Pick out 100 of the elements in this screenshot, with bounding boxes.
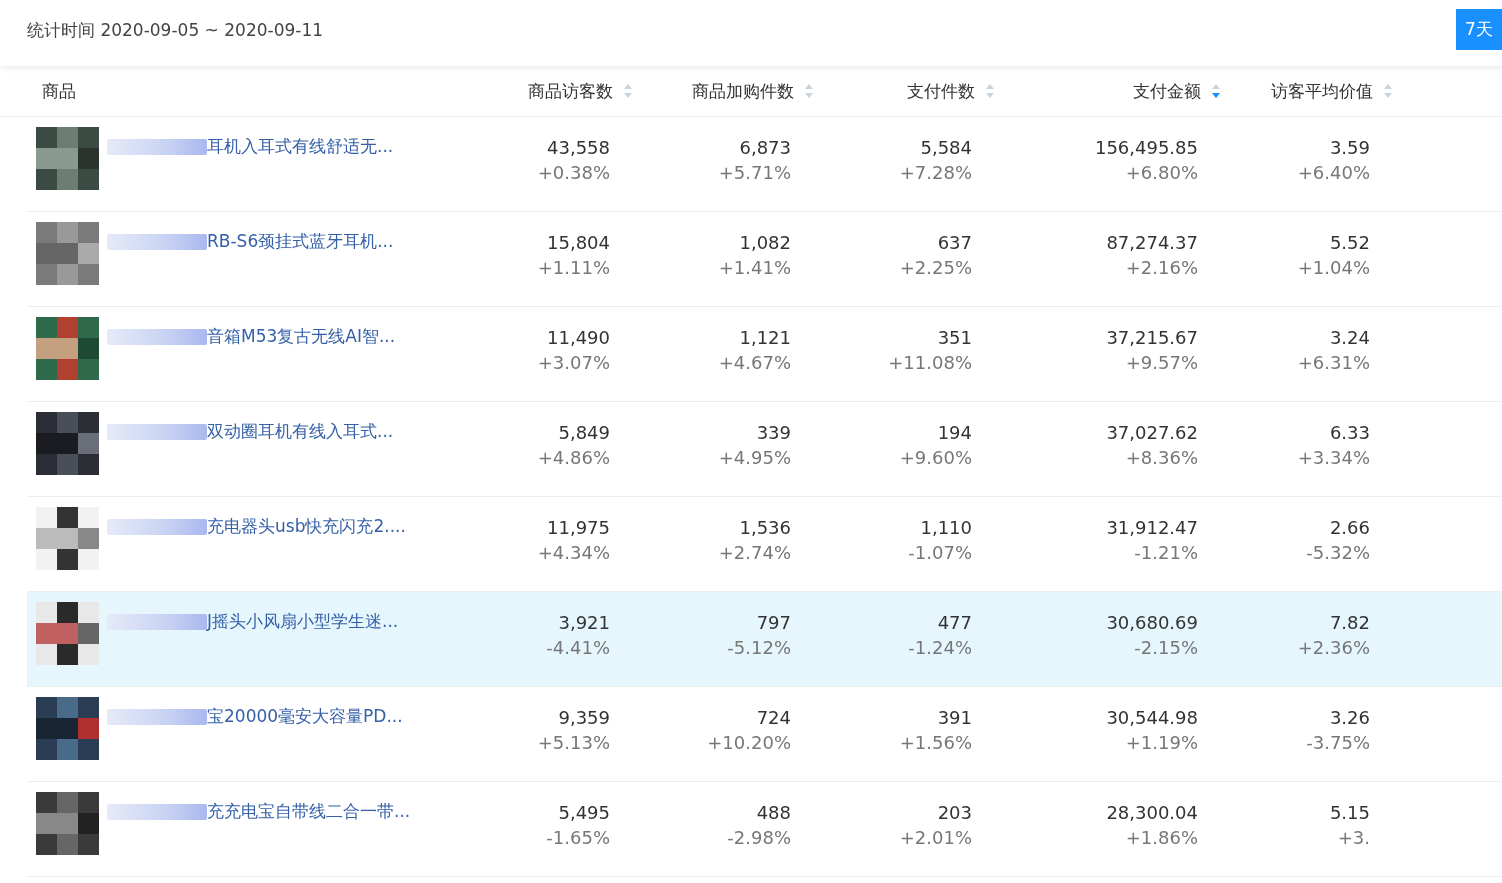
sort-icon[interactable] [1211,83,1221,99]
metric-value: 28,300.04 [1106,802,1198,823]
metric-change: +6.40% [1297,162,1370,183]
metric-value: 5,584 [920,137,972,158]
metric-change: -2.98% [727,827,791,848]
metric-value: 391 [937,707,972,728]
sort-icon[interactable] [985,83,995,99]
product-link[interactable]: 音箱M53复古无线AI智... [207,325,396,348]
sort-icon[interactable] [804,83,814,99]
metric-value: 31,912.47 [1106,517,1198,538]
table-row[interactable]: J摇头小风扇小型学生迷... 3,921 -4.41% 797 -5.12% 477 -1.24% 30,680.69 -2.15% 7.82 +2.36% [27,592,1502,687]
product-link[interactable]: 耳机入耳式有线舒适无... [207,135,394,158]
metric-value: 194 [937,422,972,443]
metric-value: 797 [756,612,791,633]
metric-value: 15,804 [547,232,610,253]
metric-change: +5.71% [718,162,791,183]
column-header[interactable]: 支付金额 [1133,79,1201,103]
metric-change: +5.13% [537,732,610,753]
metric-change: +4.67% [718,352,791,373]
metric-change: +9.57% [1125,352,1198,373]
metric-value: 1,082 [739,232,791,253]
metric-value: 637 [937,232,972,253]
sort-icon[interactable] [623,83,633,99]
metric-value: 6,873 [739,137,791,158]
metric-change: +2.25% [899,257,972,278]
metric-change: +4.86% [537,447,610,468]
product-link[interactable]: 双动圈耳机有线入耳式... [207,420,394,443]
metric-value: 1,110 [920,517,972,538]
metric-value: 87,274.37 [1106,232,1198,253]
metric-change: -5.32% [1306,542,1370,563]
metric-value: 1,536 [739,517,791,538]
metric-value: 1,121 [739,327,791,348]
metric-change: +1.04% [1297,257,1370,278]
metric-change: -1.24% [908,637,972,658]
stats-period: 统计时间 2020-09-05 ~ 2020-09-11 [27,19,324,42]
metric-change: +2.01% [899,827,972,848]
metric-value: 3,921 [558,612,610,633]
metric-change: -1.65% [546,827,610,848]
metric-value: 488 [756,802,791,823]
metric-change: +3.07% [537,352,610,373]
metric-change: +9.60% [899,447,972,468]
sort-icon[interactable] [1383,83,1393,99]
table-row[interactable]: 双动圈耳机有线入耳式... 5,849 +4.86% 339 +4.95% 194 +9.60% 37,027.62 +8.36% 6.33 +3.34% [27,402,1502,497]
product-link[interactable]: J摇头小风扇小型学生迷... [207,610,399,633]
metric-change: -5.12% [727,637,791,658]
column-header[interactable]: 商品加购件数 [692,79,794,103]
metric-value: 37,027.62 [1106,422,1198,443]
metric-value: 5,849 [558,422,610,443]
metric-change: +1.11% [537,257,610,278]
metric-change: +1.56% [899,732,972,753]
column-header[interactable]: 支付件数 [907,79,975,103]
product-link[interactable]: 充充电宝自带线二合一带... [207,800,411,823]
metric-value: 30,544.98 [1106,707,1198,728]
metric-change: -1.07% [908,542,972,563]
metric-value: 477 [937,612,972,633]
metric-value: 5.52 [1329,232,1370,253]
metric-change: +2.36% [1297,637,1370,658]
metric-change: +1.19% [1125,732,1198,753]
table-row[interactable]: 充充电宝自带线二合一带... 5,495 -1.65% 488 -2.98% 203 +2.01% 28,300.04 +1.86% 5.15 +3. [27,782,1502,877]
metric-change: +10.20% [707,732,791,753]
metric-change: -4.41% [546,637,610,658]
product-link[interactable]: 宝20000毫安大容量PD... [207,705,403,728]
metric-value: 11,490 [547,327,610,348]
column-header[interactable]: 访客平均价值 [1271,79,1373,103]
metric-change: +2.16% [1125,257,1198,278]
metric-change: +2.74% [718,542,791,563]
table-row[interactable]: 宝20000毫安大容量PD... 9,359 +5.13% 724 +10.20% 391 +1.56% 30,544.98 +1.19% 3.26 -3.75% [27,687,1502,782]
metric-value: 2.66 [1329,517,1370,538]
metric-change: +7.28% [899,162,972,183]
metric-value: 5.15 [1329,802,1370,823]
metric-value: 3.59 [1329,137,1370,158]
table-row[interactable]: 耳机入耳式有线舒适无... 43,558 +0.38% 6,873 +5.71% 5,584 +7.28% 156,495.85 +6.80% 3.59 +6.40% [27,117,1502,212]
table-row[interactable]: RB-S6颈挂式蓝牙耳机... 15,804 +1.11% 1,082 +1.41% 637 +2.25% 87,274.37 +2.16% 5.52 +1.04% [27,212,1502,307]
metric-value: 203 [937,802,972,823]
metric-change: +6.80% [1125,162,1198,183]
metric-value: 351 [937,327,972,348]
table-row[interactable]: 音箱M53复古无线AI智... 11,490 +3.07% 1,121 +4.67% 351 +11.08% 37,215.67 +9.57% 3.24 +6.31% [27,307,1502,402]
column-header[interactable]: 商品访客数 [528,79,613,103]
metric-change: +1.41% [718,257,791,278]
metric-change: -1.21% [1134,542,1198,563]
metric-change: +6.31% [1297,352,1370,373]
metric-value: 30,680.69 [1106,612,1198,633]
metric-change: +11.08% [888,352,972,373]
metric-value: 339 [756,422,791,443]
metric-value: 43,558 [547,137,610,158]
metric-value: 3.24 [1329,327,1370,348]
metric-value: 724 [756,707,791,728]
metric-change: +8.36% [1125,447,1198,468]
metric-value: 156,495.85 [1094,137,1198,158]
metric-change: +3. [1337,827,1370,848]
metric-value: 5,495 [558,802,610,823]
product-link[interactable]: RB-S6颈挂式蓝牙耳机... [207,230,394,253]
product-link[interactable]: 充电器头usb快充闪充2.... [207,515,406,538]
metric-change: +3.34% [1297,447,1370,468]
metric-value: 11,975 [547,517,610,538]
metric-change: +4.34% [537,542,610,563]
metric-value: 7.82 [1329,612,1370,633]
metric-value: 37,215.67 [1106,327,1198,348]
metric-value: 9,359 [558,707,610,728]
column-header: 商品 [42,79,76,103]
